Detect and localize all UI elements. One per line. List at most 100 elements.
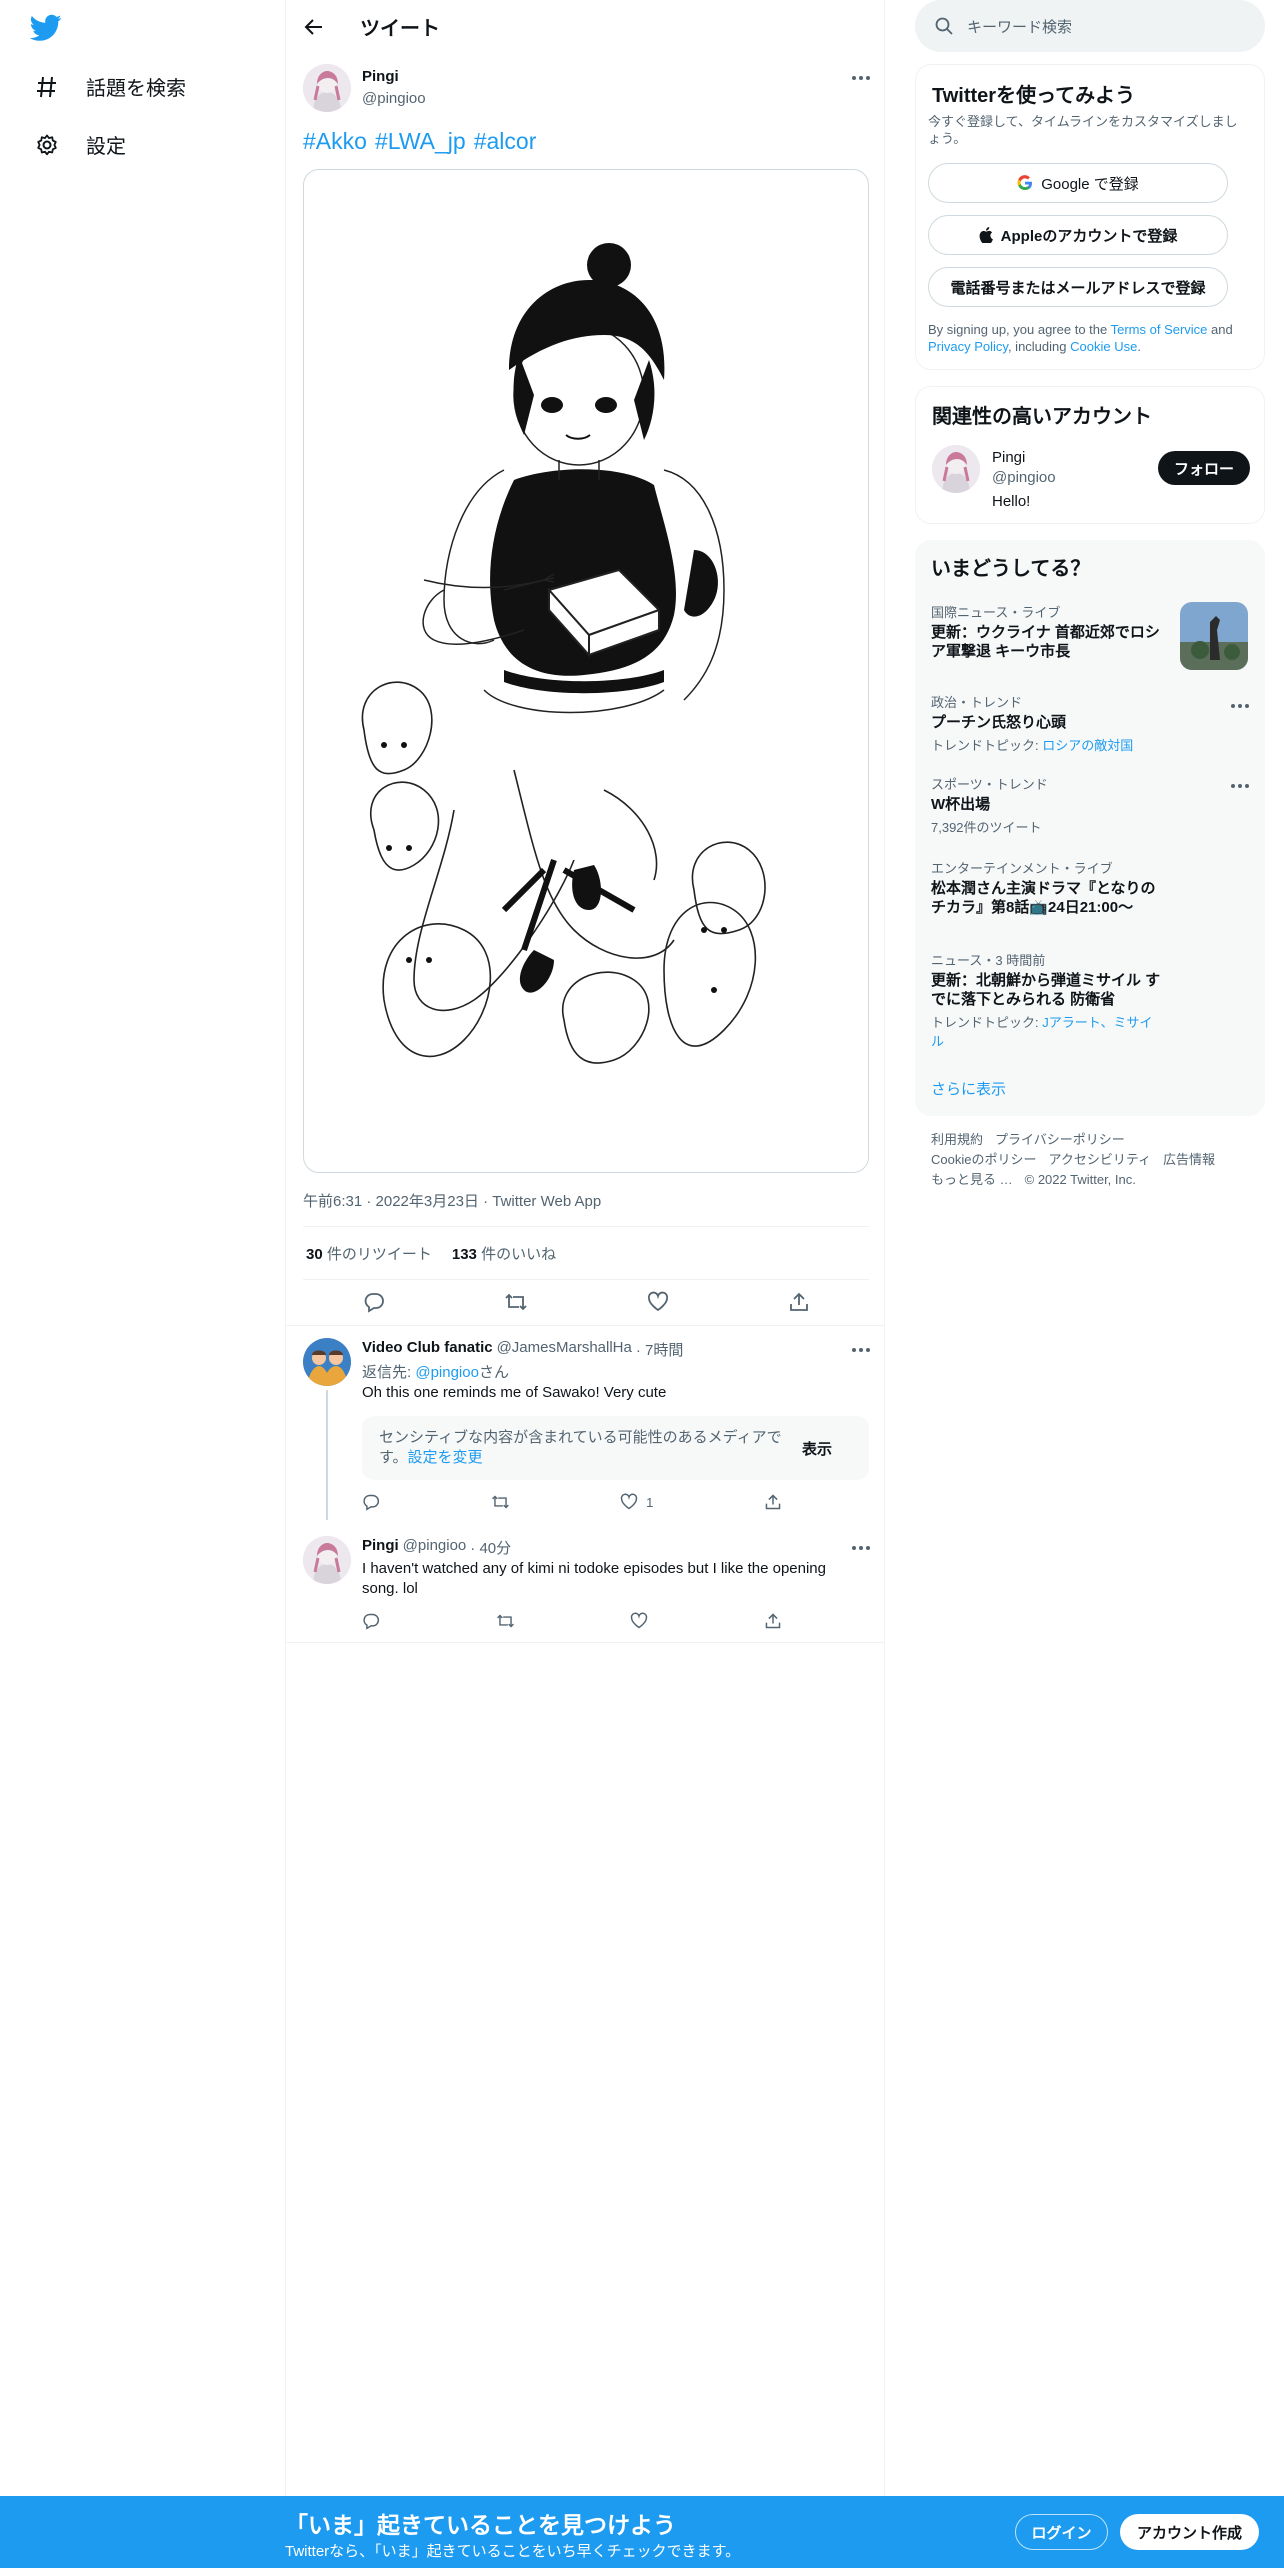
share-icon[interactable] — [788, 1291, 810, 1313]
retweet-icon[interactable] — [496, 1612, 515, 1630]
trend-topic-prefix: トレンドトピック: — [931, 1015, 1043, 1030]
tweet-media-image[interactable] — [303, 169, 869, 1173]
trend-thumbnail[interactable] — [1180, 602, 1248, 670]
reply-author-handle[interactable]: @pingioo — [403, 1537, 467, 1558]
author-avatar[interactable] — [303, 64, 351, 112]
replying-to-handle[interactable]: @pingioo — [415, 1364, 479, 1381]
related-handle[interactable]: @pingioo — [992, 469, 1056, 486]
trend-topic-link[interactable]: ロシアの敵対国 — [1042, 738, 1133, 753]
apple-signup-button[interactable]: Appleのアカウントで登録 — [928, 215, 1228, 255]
like-icon[interactable] — [630, 1612, 648, 1630]
retweets-count: 30 — [306, 1246, 323, 1263]
hashtag-link[interactable]: #alcor — [474, 128, 537, 155]
nav-settings[interactable]: 設定 — [34, 130, 126, 159]
retweet-icon[interactable] — [504, 1291, 528, 1313]
reply-icon[interactable] — [362, 1493, 380, 1511]
footer-ads-link[interactable]: 広告情報 — [1163, 1150, 1215, 1170]
reply-header: Pingi @pingioo · 40分 — [362, 1537, 511, 1558]
arrow-left-icon — [304, 18, 322, 35]
retweets-stat[interactable]: 30 件のリツイート — [306, 1243, 432, 1264]
hashtag-link[interactable]: #LWA_jp — [375, 128, 466, 155]
thread-line — [326, 1390, 328, 1520]
tweet-stats: 30 件のリツイート 133 件のいいね — [306, 1243, 556, 1264]
trend-item[interactable]: 政治・トレンド プーチン氏怒り心頭 トレンドトピック: ロシアの敵対国 — [931, 692, 1161, 754]
share-icon[interactable] — [764, 1493, 782, 1511]
footer-terms-link[interactable]: 利用規約 — [931, 1130, 983, 1150]
search-box[interactable]: キーワード検索 — [915, 0, 1265, 52]
reply-avatar[interactable] — [303, 1338, 351, 1386]
reply-author-name[interactable]: Video Club fanatic — [362, 1339, 493, 1360]
reply-time[interactable]: · 40分 — [470, 1537, 511, 1558]
cookie-link[interactable]: Cookie Use — [1070, 339, 1137, 354]
create-account-button[interactable]: アカウント作成 — [1120, 2514, 1259, 2550]
follow-button[interactable]: フォロー — [1158, 451, 1250, 485]
hashtag-link[interactable]: #Akko — [303, 128, 367, 155]
trend-tweet-count: 7,392件のツイート — [931, 820, 1042, 835]
related-avatar[interactable] — [932, 445, 980, 493]
like-count: 1 — [646, 1494, 654, 1510]
apple-signup-label: Appleのアカウントで登録 — [1000, 227, 1178, 245]
trend-category: 政治・トレンド — [931, 695, 1023, 710]
bottom-signup-bar: 「いま」起きていることを見つけよう Twitterなら、「いま」起きていることを… — [0, 2496, 1284, 2568]
back-button[interactable] — [296, 9, 332, 45]
retweets-label: 件のリツイート — [326, 1246, 432, 1263]
likes-stat[interactable]: 133 件のいいね — [452, 1243, 556, 1264]
like-button[interactable]: 1 — [620, 1493, 653, 1511]
reply-avatar[interactable] — [303, 1536, 351, 1584]
divider — [303, 1226, 869, 1227]
change-settings-link[interactable]: 設定を変更 — [408, 1449, 483, 1466]
phone-signup-button[interactable]: 電話番号またはメールアドレスで登録 — [928, 267, 1228, 307]
manga-illustration — [361, 243, 766, 1064]
login-button[interactable]: ログイン — [1015, 2514, 1108, 2550]
trend-title: 更新：北朝鮮から弾道ミサイル すでに落下とみられる 防衛省 — [931, 972, 1161, 1008]
twitter-logo-icon[interactable] — [30, 14, 66, 44]
related-name[interactable]: Pingi — [992, 449, 1025, 466]
like-icon[interactable] — [647, 1291, 669, 1313]
related-bio: Hello! — [992, 493, 1031, 510]
reply-more-button[interactable] — [852, 1546, 870, 1550]
footer-accessibility-link[interactable]: アクセシビリティ — [1048, 1150, 1151, 1170]
search-input[interactable]: キーワード検索 — [967, 16, 1072, 37]
more-options-button[interactable] — [852, 76, 870, 80]
trends-title: いまどうしてる？ — [931, 558, 1091, 580]
trend-category: エンターテインメント・ライブ — [931, 861, 1113, 876]
likes-count: 133 — [451, 1246, 477, 1263]
trend-title: W杯出場 — [931, 796, 991, 813]
reply-author-handle[interactable]: @JamesMarshallHa — [497, 1339, 632, 1360]
trend-more-button[interactable] — [1231, 704, 1249, 708]
trend-item[interactable]: ニュース・3 時間前 更新：北朝鮮から弾道ミサイル すでに落下とみられる 防衛省… — [931, 950, 1161, 1050]
terms-link[interactable]: Terms of Service — [1111, 322, 1208, 337]
trend-more-button[interactable] — [1231, 784, 1249, 788]
page-header: ツイート — [286, 0, 884, 53]
footer-more-link[interactable]: もっと見る … — [931, 1170, 1013, 1190]
signup-card: Twitterを使ってみよう 今すぐ登録して、タイムラインをカスタマイズしましょ… — [915, 64, 1265, 370]
reply-icon[interactable] — [363, 1291, 385, 1313]
trend-item[interactable]: エンターテインメント・ライブ 松本潤さん主演ドラマ『となりのチカラ』第8話📺24… — [931, 858, 1161, 917]
nav-settings-label: 設定 — [86, 136, 126, 158]
privacy-link[interactable]: Privacy Policy — [928, 339, 1008, 354]
footer-privacy-link[interactable]: プライバシーポリシー — [995, 1130, 1125, 1150]
reply-author-name[interactable]: Pingi — [362, 1537, 399, 1558]
retweet-icon[interactable] — [491, 1493, 510, 1511]
reply-time[interactable]: · 7時間 — [636, 1339, 684, 1360]
reply-more-button[interactable] — [852, 1348, 870, 1352]
divider — [286, 1325, 884, 1326]
nav-explore-label: 話題を検索 — [86, 78, 186, 100]
footer-cookie-link[interactable]: Cookieのポリシー — [931, 1150, 1036, 1170]
divider — [286, 1642, 884, 1643]
legal-and: and — [1207, 322, 1233, 337]
show-media-button[interactable]: 表示 — [802, 1438, 832, 1459]
nav-explore[interactable]: 話題を検索 — [34, 72, 186, 101]
author-name[interactable]: Pingi — [362, 68, 399, 85]
author-handle[interactable]: @pingioo — [362, 90, 426, 107]
show-more-link[interactable]: さらに表示 — [931, 1078, 1006, 1099]
trend-title: 松本潤さん主演ドラマ『となりのチカラ』第8話📺24日21:00〜 — [931, 880, 1156, 916]
like-icon — [620, 1493, 638, 1510]
signup-subtitle: 今すぐ登録して、タイムラインをカスタマイズしましょう。 — [928, 114, 1238, 146]
trend-item[interactable]: スポーツ・トレンド W杯出場 7,392件のツイート — [931, 774, 1161, 836]
reply-actions — [362, 1611, 782, 1631]
trend-item[interactable]: 国際ニュース・ライブ 更新：ウクライナ 首都近郊でロシア軍撃退 キーウ市長 — [931, 602, 1161, 661]
reply-icon[interactable] — [362, 1612, 380, 1630]
share-icon[interactable] — [764, 1612, 782, 1630]
google-signup-button[interactable]: Google で登録 — [928, 163, 1228, 203]
